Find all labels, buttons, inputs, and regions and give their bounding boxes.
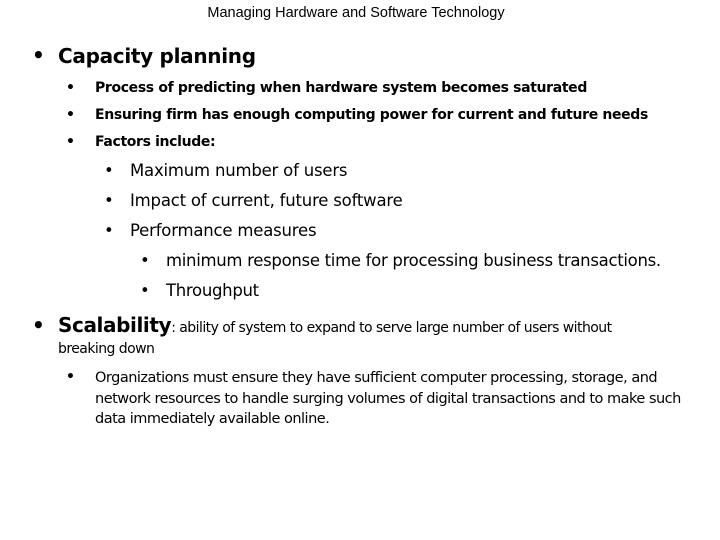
performance-measure-item: minimum response time for processing bus… — [166, 251, 661, 270]
factor-item: Performance measures — [130, 221, 317, 240]
performance-measure-item: Throughput — [166, 281, 259, 300]
bullet-icon: • — [66, 80, 75, 96]
bullet-icon: • — [66, 369, 75, 385]
factor-item: Maximum number of users — [130, 161, 348, 180]
slide-title: Managing Hardware and Software Technolog… — [207, 5, 505, 21]
bullet-icon: • — [140, 251, 150, 270]
bullet-icon: • — [32, 313, 45, 337]
capacity-planning-heading: Capacity planning — [58, 44, 256, 68]
scalability-definition-text: : ability of system to expand to serve l… — [171, 320, 612, 336]
capacity-point: Process of predicting when hardware syst… — [95, 80, 587, 96]
bullet-icon: • — [32, 43, 45, 67]
scalability-point: Organizations must ensure they have suff… — [95, 370, 681, 427]
bullet-icon: • — [66, 134, 75, 150]
factor-item: Impact of current, future software — [130, 191, 403, 210]
bullet-icon: • — [140, 281, 150, 300]
capacity-point: Factors include: — [95, 134, 216, 150]
scalability-term: Scalability — [58, 313, 172, 337]
bullet-icon: • — [104, 161, 114, 180]
capacity-point: Ensuring firm has enough computing power… — [95, 107, 648, 123]
scalability-definition: Scalability: ability of system to expand… — [58, 313, 612, 337]
bullet-icon: • — [66, 107, 75, 123]
scalability-definition-continued: breaking down — [58, 341, 155, 357]
bullet-icon: • — [104, 221, 114, 240]
bullet-icon: • — [104, 191, 114, 210]
